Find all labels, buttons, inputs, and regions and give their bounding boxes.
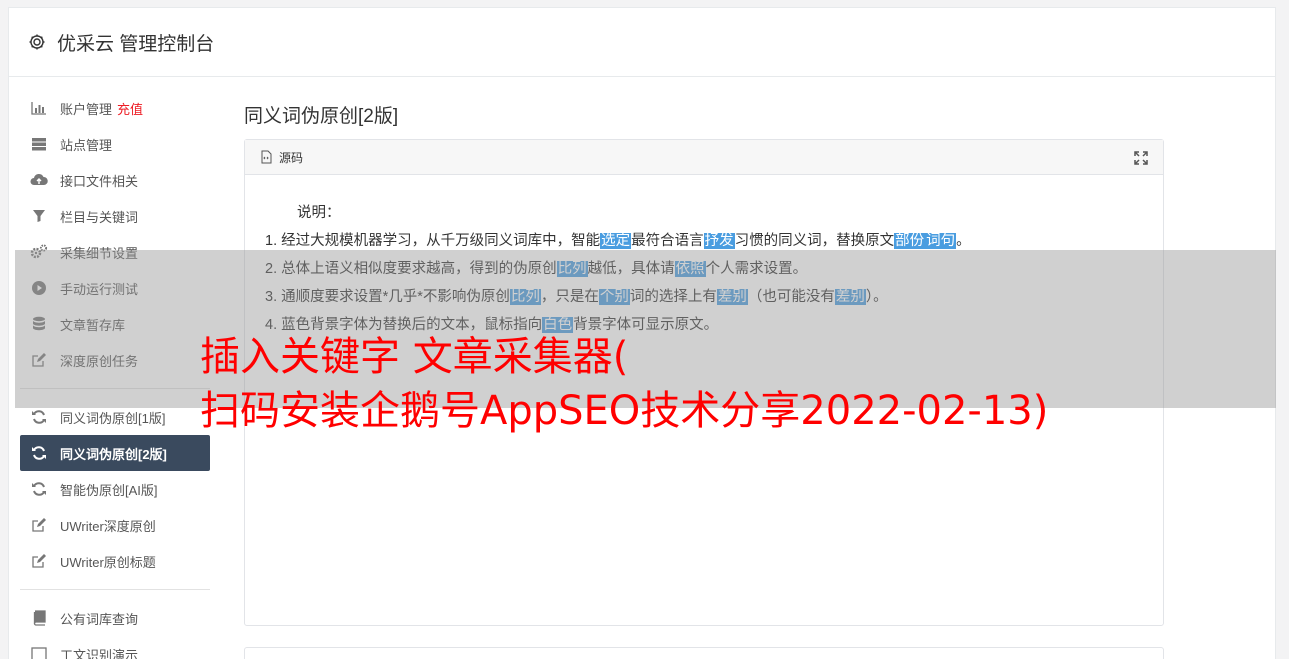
watermark-text: 插入关键字 文章采集器( 扫码安装企鹅号AppSEO技术分享2022-02-13… [200,330,1280,438]
refresh-icon [30,480,48,498]
panel-title: 源码 [279,150,304,165]
line-text: 习惯的同义词，替换原文 [734,233,895,249]
replaced-word[interactable]: 词句 [925,233,957,249]
bar-chart-icon [30,99,48,117]
replaced-word[interactable]: 抒发 [703,233,735,249]
sidebar-item-label: UWriter原创标题 [60,554,156,570]
sidebar-item[interactable]: UWriter原创标题 [20,543,210,579]
panel-header: 源码 [245,140,1163,175]
sidebar-item-label: 公有词库查询 [60,611,139,627]
line-text: 最符合语言 [631,233,704,249]
refresh-icon [30,444,48,462]
sidebar-item[interactable]: UWriter深度原创 [20,507,210,543]
sidebar-item-label: 接口文件相关 [60,173,139,189]
sidebar-item[interactable]: 同义词伪原创[2版] [20,435,210,471]
page-title: 同义词伪原创[2版] [244,106,399,127]
sidebar-item-label: 同义词伪原创[1版] [60,410,166,426]
nav-divider [20,589,210,590]
line-text: 1. 经过大规模机器学习，从千万级同义词库中，智能 [265,233,601,249]
intro-label: 说明： [297,205,341,221]
sidebar-item-label: 工文识别演示 [60,647,139,659]
expand-icon[interactable] [1133,150,1149,166]
sidebar-item-label: 账户管理 [60,101,113,117]
second-panel [244,647,1164,659]
sidebar-item-label: 同义词伪原创[2版] [60,446,167,462]
watermark-line-2: 扫码安装企鹅号AppSEO技术分享2022-02-13) [200,388,1049,434]
watermark-line-1: 插入关键字 文章采集器( [200,334,629,380]
sidebar-item[interactable]: 公有词库查询 [20,600,210,636]
sidebar-item-label: UWriter深度原创 [60,518,156,534]
app-title: 优采云 管理控制台 [57,33,215,55]
recharge-link[interactable]: 充值 [117,99,143,118]
sidebar-item-label: 站点管理 [60,137,113,153]
text-icon [30,645,48,659]
sidebar-item[interactable]: 智能伪原创[AI版] [20,471,210,507]
sidebar-item[interactable]: 栏目与关键词 [20,198,210,234]
sidebar-item[interactable]: 工文识别演示 [20,636,210,659]
edit-icon [30,552,48,570]
filter-icon [30,207,48,225]
topbar: 优采云 管理控制台 [9,8,1275,77]
replaced-word[interactable]: 部份 [894,233,926,249]
sidebar-item-label: 栏目与关键词 [60,209,139,225]
replaced-word[interactable]: 选定 [600,233,632,249]
code-file-icon [259,150,273,164]
sidebar-item[interactable]: 接口文件相关 [20,162,210,198]
gear-icon[interactable] [27,32,47,52]
sidebar-item[interactable]: 账户管理 充值 [20,90,210,126]
server-icon [30,135,48,153]
refresh-icon [30,408,48,426]
cloud-upload-icon [30,171,48,189]
sidebar-item-label: 智能伪原创[AI版] [60,482,158,498]
line-text: 。 [956,233,971,249]
book-icon [30,609,48,627]
sidebar-item[interactable]: 站点管理 [20,126,210,162]
edit-icon [30,516,48,534]
